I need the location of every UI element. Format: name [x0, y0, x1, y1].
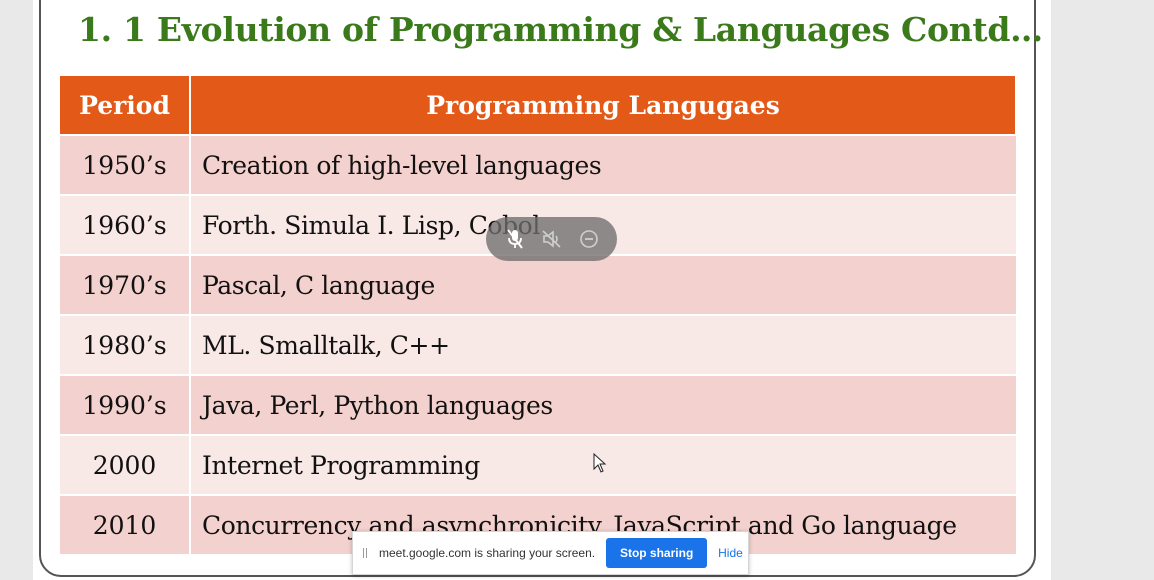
screen: 1. 1 Evolution of Programming & Language… — [0, 0, 1154, 580]
table-header-row: Period Programming Langugaes — [60, 76, 1017, 135]
speaker-off-icon[interactable] — [539, 226, 565, 252]
slide-title: 1. 1 Evolution of Programming & Language… — [78, 10, 1043, 49]
languages-cell: ML. Smalltalk, C++ — [190, 314, 1016, 375]
languages-table: Period Programming Langugaes 1950’s Crea… — [60, 76, 1017, 554]
minus-circle-icon[interactable] — [576, 226, 602, 252]
header-languages: Programming Langugaes — [190, 76, 1017, 135]
languages-cell: Pascal, C language — [190, 254, 1016, 315]
languages-cell: Java, Perl, Python languages — [190, 374, 1016, 435]
stop-sharing-button[interactable]: Stop sharing — [606, 538, 708, 568]
period-cell: 1950’s — [60, 134, 191, 195]
screen-share-bar: meet.google.com is sharing your screen. … — [352, 531, 749, 575]
drag-handle-icon[interactable] — [363, 548, 373, 558]
mic-off-icon[interactable] — [502, 226, 528, 252]
hide-link[interactable]: Hide — [718, 546, 743, 560]
period-cell: 1980’s — [60, 314, 191, 375]
period-cell: 2010 — [60, 494, 191, 554]
table-row: 1990’s Java, Perl, Python languages — [60, 374, 1016, 435]
period-cell: 1970’s — [60, 254, 191, 315]
period-cell: 2000 — [60, 434, 191, 495]
header-period: Period — [60, 76, 191, 135]
media-controls-pill — [486, 217, 617, 261]
table-row: 1980’s ML. Smalltalk, C++ — [60, 314, 1016, 375]
period-cell: 1960’s — [60, 194, 191, 255]
languages-cell: Creation of high-level languages — [190, 134, 1016, 195]
table-row: 2000 Internet Programming — [60, 434, 1016, 495]
mouse-cursor-icon — [593, 452, 607, 477]
share-message: meet.google.com is sharing your screen. — [379, 546, 596, 560]
table-row: 1970’s Pascal, C language — [60, 254, 1016, 315]
table-row: 1950’s Creation of high-level languages — [60, 134, 1016, 195]
period-cell: 1990’s — [60, 374, 191, 435]
